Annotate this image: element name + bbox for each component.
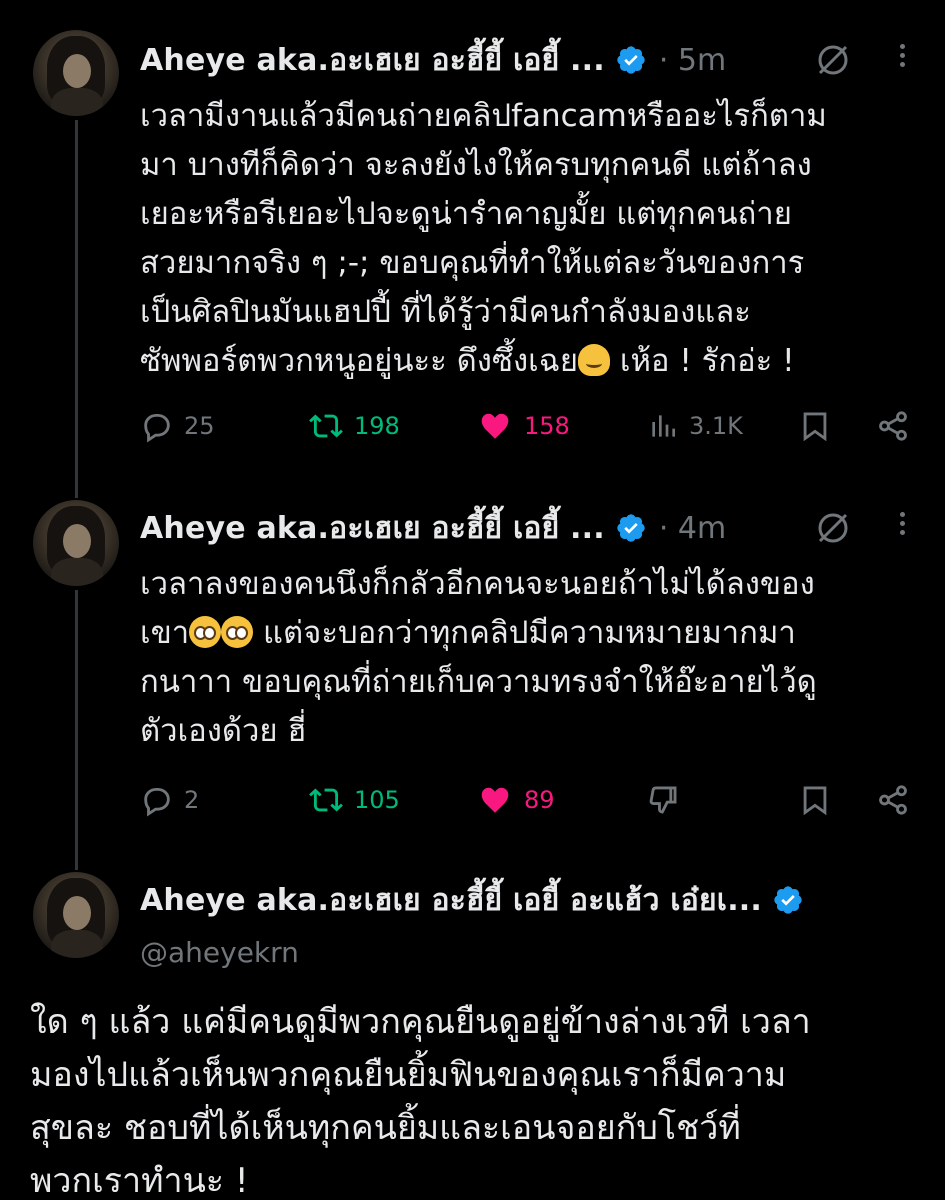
bookmark-icon[interactable] (798, 409, 832, 443)
verified-badge-icon (617, 514, 645, 542)
like-count: 89 (524, 786, 555, 814)
display-name[interactable]: Aheye aka.อะเฮเย อะฮี้ยี้ เอยี้ ... (140, 37, 605, 84)
text-segment: ซัพพอร์ตพวกหนูอยู่นะะ ดึงซึ้งเฉย (140, 343, 578, 379)
views-icon (652, 415, 675, 437)
bookmark-icon[interactable] (798, 783, 832, 817)
dislike-icon[interactable] (646, 783, 680, 817)
text-line: กนาาา ขอบคุณที่ถ่ายเก็บความทรงจำให้อ๊ะอา… (140, 664, 817, 700)
thread-view: Aheye aka.อะเฮเย อะฮี้ยี้ เอยี้ ... · 5m… (0, 0, 945, 1200)
text-line: เป็นศิลปินมันแฮปปี้ ที่ได้รู้ว่ามีคนกำลั… (140, 294, 751, 330)
like-count: 158 (524, 412, 570, 440)
grok-icon[interactable] (815, 510, 851, 546)
text-line: พวกเราทำนะ ! (30, 1161, 249, 1200)
repost-count: 198 (354, 412, 400, 440)
timestamp[interactable]: · 4m (659, 511, 726, 546)
verified-badge-icon (617, 46, 645, 74)
avatar[interactable] (33, 30, 119, 116)
avatar[interactable] (33, 500, 119, 586)
text-line: ซัพพอร์ตพวกหนูอยู่นะะ ดึงซึ้งเฉย เห้อ ! … (140, 337, 930, 386)
more-icon[interactable] (897, 40, 907, 76)
tweet-text: เวลาลงของคนนึงก็กลัวอีกคนจะนอยถ้าไม่ได้ล… (140, 560, 930, 756)
timestamp[interactable]: · 5m (659, 43, 726, 78)
text-line: สุขละ ชอบที่ได้เห็นทุกคนยิ้มและเอนจอยกับ… (30, 1108, 741, 1148)
user-handle[interactable]: @aheyekrn (140, 936, 299, 969)
grok-icon[interactable] (815, 42, 851, 78)
more-icon[interactable] (897, 508, 907, 544)
views-button[interactable]: 3.1K (647, 406, 743, 446)
text-segment: เห้อ ! รักอ่ะ ! (610, 343, 795, 379)
text-line: มา บางทีก็คิดว่า จะลงยังไงให้ครบทุกคนดี … (140, 147, 812, 183)
repost-count: 105 (354, 786, 400, 814)
share-icon[interactable] (876, 409, 910, 443)
display-name[interactable]: Aheye aka.อะเฮเย อะฮี้ยี้ เอยี้ ... (140, 505, 605, 552)
reply-button[interactable]: 25 (140, 406, 215, 446)
text-line: เขา แต่จะบอกว่าทุกคลิปมีความหมายมากมา (140, 609, 930, 658)
reply-count: 2 (184, 786, 200, 814)
text-segment: แต่จะบอกว่าทุกคลิปมีความหมายมากมา (253, 615, 796, 651)
thread-connector-line (75, 120, 78, 498)
reply-icon (144, 787, 170, 817)
tweet-text: เวลามีงานแล้วมีคนถ่ายคลิปfancamหรืออะไรก… (140, 92, 930, 386)
text-line: เวลามีงานแล้วมีคนถ่ายคลิปfancamหรืออะไรก… (140, 98, 827, 134)
action-bar: 25 198 158 3.1K (140, 406, 920, 446)
pleading-face-emoji-icon (189, 616, 222, 648)
verified-badge-icon (774, 886, 802, 914)
reply-button[interactable]: 2 (140, 780, 199, 820)
text-line: ตัวเองด้วย ฮี่ (140, 713, 307, 749)
share-icon[interactable] (876, 783, 910, 817)
like-icon (481, 413, 509, 439)
reply-icon (144, 413, 170, 443)
tweet-text: ใด ๆ แล้ว แค่มีคนดูมีพวกคุณยืนดูอยู่ข้าง… (30, 996, 930, 1200)
reply-count: 25 (184, 412, 215, 440)
avatar[interactable] (33, 872, 119, 958)
text-line: ใด ๆ แล้ว แค่มีคนดูมีพวกคุณยืนดูอยู่ข้าง… (30, 1002, 811, 1042)
repost-button[interactable]: 198 (308, 406, 400, 446)
display-name[interactable]: Aheye aka.อะเฮเย อะฮี้ยี้ เอยี้ อะแฮ้ว เ… (140, 877, 762, 924)
like-icon (481, 787, 509, 813)
like-button[interactable]: 89 (476, 780, 555, 820)
repost-icon (309, 414, 343, 438)
text-line: เยอะหรือรีเยอะไปจะดูน่ารำคาญมั้ย แต่ทุกค… (140, 196, 792, 232)
like-button[interactable]: 158 (476, 406, 570, 446)
text-line: สวยมากจริง ๆ ;-; ขอบคุณที่ทำให้แต่ละวันข… (140, 245, 805, 281)
melting-face-emoji-icon (578, 344, 610, 376)
repost-icon (309, 788, 343, 812)
text-segment: เขา (140, 615, 190, 651)
repost-button[interactable]: 105 (308, 780, 400, 820)
action-bar: 2 105 89 (140, 780, 920, 820)
view-count: 3.1K (689, 412, 743, 440)
text-line: เวลาลงของคนนึงก็กลัวอีกคนจะนอยถ้าไม่ได้ล… (140, 566, 815, 602)
text-line: มองไปแล้วเห็นพวกคุณยืนยิ้มฟินของคุณเราก็… (30, 1055, 787, 1095)
pleading-face-emoji-icon (221, 616, 254, 648)
thread-connector-line (75, 590, 78, 870)
